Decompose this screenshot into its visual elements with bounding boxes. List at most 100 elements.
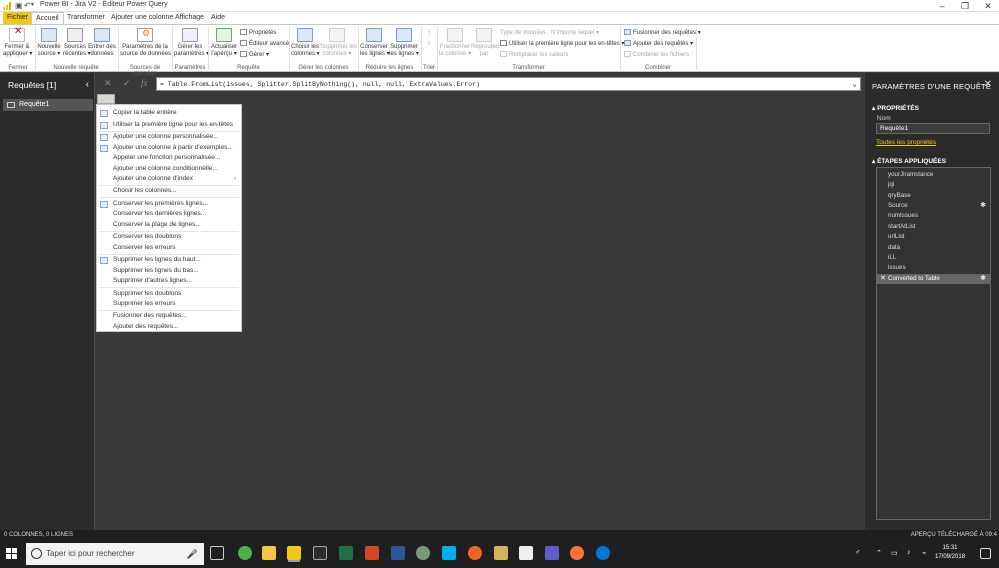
step-item-source[interactable]: Source ✱ bbox=[877, 201, 990, 211]
collapse-pane-icon[interactable]: ‹ bbox=[86, 79, 89, 90]
minimize-button[interactable]: – bbox=[932, 0, 952, 12]
edge-icon[interactable] bbox=[596, 546, 610, 560]
menu-item-custom-column[interactable]: Ajouter une colonne personnalisée... bbox=[97, 132, 241, 142]
query-item[interactable]: Requête1 bbox=[3, 99, 93, 111]
maximize-button[interactable]: ❐ bbox=[955, 0, 975, 12]
clock[interactable]: 15:31 17/09/2018 bbox=[935, 544, 965, 562]
notifications-icon[interactable] bbox=[980, 548, 991, 559]
step-item[interactable]: iLL bbox=[877, 253, 990, 263]
data-type-dropdown[interactable]: Type de données : N'importe lequel ▾ bbox=[500, 29, 599, 37]
menu-item-keep-duplicates[interactable]: Conserver les doublons bbox=[97, 232, 241, 242]
step-item[interactable]: numIssues bbox=[877, 211, 990, 221]
new-source-button[interactable]: Nouvelle source ▾ bbox=[37, 28, 61, 58]
menu-item-keep-range[interactable]: Conserver la plage de lignes... bbox=[97, 220, 241, 230]
tab-aide[interactable]: Aide bbox=[207, 12, 229, 24]
data-source-settings-button[interactable]: ⚙ Paramètres de la source de données bbox=[120, 28, 171, 58]
menu-item-append-queries[interactable]: Ajouter des requêtes... bbox=[97, 322, 241, 332]
use-first-row-headers-button[interactable]: Utiliser la première ligne pour les en-t… bbox=[500, 40, 624, 48]
menu-item-invoke-function[interactable]: Appeler une fonction personnalisée... bbox=[97, 153, 241, 163]
save-icon[interactable]: ▣ bbox=[15, 1, 23, 10]
app-purple-icon[interactable] bbox=[545, 546, 559, 560]
undo-icon[interactable]: ↶ bbox=[24, 1, 31, 10]
menu-item-keep-errors[interactable]: Conserver les erreurs bbox=[97, 243, 241, 253]
query-name-input[interactable]: Requête1 bbox=[876, 123, 990, 134]
step-settings-gear-icon[interactable]: ✱ bbox=[980, 274, 986, 284]
step-item[interactable]: startAtList bbox=[877, 222, 990, 232]
keep-rows-button[interactable]: Conserver les lignes ▾ bbox=[360, 28, 390, 58]
store-icon[interactable] bbox=[313, 546, 327, 560]
choose-columns-button[interactable]: Choisir les colonnes ▾ bbox=[291, 28, 320, 58]
advanced-editor-button[interactable]: Éditeur avancé bbox=[240, 40, 289, 48]
delete-step-icon[interactable]: ✕ bbox=[880, 274, 886, 284]
table-menu-button[interactable] bbox=[97, 94, 115, 104]
menu-item-merge-queries[interactable]: Fusionner des requêtes... bbox=[97, 311, 241, 321]
app-icon[interactable] bbox=[416, 546, 430, 560]
sort-button[interactable]: ↑ ↓ bbox=[423, 28, 435, 46]
all-properties-link[interactable]: Toutes les propriétés bbox=[876, 139, 936, 146]
step-item[interactable]: yourJiraInstance bbox=[877, 170, 990, 180]
powerbi-taskbar-icon[interactable] bbox=[287, 546, 301, 560]
menu-item-remove-duplicates[interactable]: Supprimer les doublons bbox=[97, 289, 241, 299]
battery-icon[interactable]: ▭ bbox=[891, 549, 898, 557]
step-item[interactable]: urlList bbox=[877, 232, 990, 242]
recent-sources-button[interactable]: Sources récentes ▾ bbox=[63, 28, 91, 58]
tab-ajouter-colonne[interactable]: Ajouter une colonne bbox=[107, 12, 177, 24]
menu-item-remove-errors[interactable]: Supprimer les erreurs bbox=[97, 299, 241, 309]
menu-item-keep-bottom-rows[interactable]: Conserver les dernières lignes... bbox=[97, 209, 241, 219]
tab-transformer[interactable]: Transformer bbox=[63, 12, 109, 24]
show-hidden-icons[interactable]: ⌃ bbox=[876, 549, 882, 557]
close-window-button[interactable]: ✕ bbox=[978, 0, 998, 12]
manage-button[interactable]: Gérer ▾ bbox=[240, 51, 269, 59]
formula-input[interactable]: = Table.FromList(issues, Splitter.SplitB… bbox=[156, 77, 861, 91]
notes-icon[interactable] bbox=[519, 546, 533, 560]
step-item-selected[interactable]: ✕ Converted to Table ✱ bbox=[877, 274, 990, 284]
volume-icon[interactable]: ♪ bbox=[907, 549, 911, 556]
powerpoint-icon[interactable] bbox=[365, 546, 379, 560]
menu-item-keep-top-rows[interactable]: Conserver les premières lignes... bbox=[97, 199, 241, 209]
group-by-button[interactable]: Regrouper par bbox=[471, 28, 499, 58]
menu-item-remove-other-rows[interactable]: Supprimer d'autres lignes... bbox=[97, 276, 241, 286]
excel-icon[interactable] bbox=[339, 546, 353, 560]
people-icon[interactable]: ♂ bbox=[855, 549, 860, 556]
remove-rows-button[interactable]: Supprimer les lignes ▾ bbox=[389, 28, 419, 58]
firefox-icon[interactable] bbox=[570, 546, 584, 560]
chrome-icon[interactable] bbox=[238, 546, 252, 560]
menu-item-remove-bottom-rows[interactable]: Supprimer les lignes du bas... bbox=[97, 266, 241, 276]
step-item[interactable]: data bbox=[877, 243, 990, 253]
app-yellow-icon[interactable] bbox=[494, 546, 508, 560]
menu-item-copy-table[interactable]: Copier la table entière bbox=[97, 108, 241, 118]
expand-formula-icon[interactable]: ⌄ bbox=[852, 78, 857, 91]
step-settings-gear-icon[interactable]: ✱ bbox=[980, 201, 986, 211]
app-orange-icon[interactable] bbox=[468, 546, 482, 560]
menu-item-choose-columns[interactable]: Choisir les colonnes... bbox=[97, 186, 241, 196]
menu-item-conditional-column[interactable]: Ajouter une colonne conditionnelle... bbox=[97, 164, 241, 174]
commit-formula-icon[interactable]: ✓ bbox=[123, 78, 131, 89]
step-item[interactable]: qryBase bbox=[877, 191, 990, 201]
word-icon[interactable] bbox=[391, 546, 405, 560]
menu-item-first-row-headers[interactable]: Utiliser la première ligne pour les en-t… bbox=[97, 120, 241, 130]
menu-item-index-column[interactable]: Ajouter une colonne d'index › bbox=[97, 174, 241, 184]
file-explorer-icon[interactable] bbox=[262, 546, 276, 560]
manage-parameters-button[interactable]: Gérer les paramètres ▾ bbox=[174, 28, 209, 58]
append-queries-button[interactable]: Ajouter des requêtes ▾ bbox=[624, 40, 693, 48]
enter-data-button[interactable]: Entrer des données bbox=[88, 28, 116, 58]
windows-start-icon[interactable] bbox=[6, 548, 18, 560]
refresh-preview-button[interactable]: Actualiser l'aperçu ▾ bbox=[210, 28, 238, 58]
split-column-button[interactable]: Fractionner la colonne ▾ bbox=[439, 28, 471, 58]
skype-icon[interactable] bbox=[442, 546, 456, 560]
replace-values-button[interactable]: Remplacer les valeurs bbox=[500, 51, 568, 59]
step-item[interactable]: jql bbox=[877, 180, 990, 190]
task-view-icon[interactable] bbox=[210, 546, 224, 560]
merge-queries-button[interactable]: Fusionner des requêtes ▾ bbox=[624, 29, 701, 37]
close-apply-button[interactable]: ✕ Fermer & appliquer ▾ bbox=[3, 27, 32, 58]
taskbar-search-input[interactable]: Taper ici pour rechercher 🎤 bbox=[26, 543, 204, 565]
combine-files-button[interactable]: Combiner les fichiers bbox=[624, 51, 689, 59]
tab-affichage[interactable]: Affichage bbox=[171, 12, 208, 24]
network-icon[interactable]: ⌁ bbox=[922, 549, 926, 557]
menu-item-remove-top-rows[interactable]: Supprimer les lignes du haut... bbox=[97, 255, 241, 265]
close-pane-icon[interactable]: ✕ bbox=[984, 79, 992, 90]
cancel-formula-icon[interactable]: ✕ bbox=[104, 78, 112, 89]
properties-button[interactable]: Propriétés bbox=[240, 29, 276, 37]
menu-item-column-from-examples[interactable]: Ajouter une colonne à partir d'exemples.… bbox=[97, 143, 241, 153]
microphone-icon[interactable]: 🎤 bbox=[187, 543, 198, 565]
